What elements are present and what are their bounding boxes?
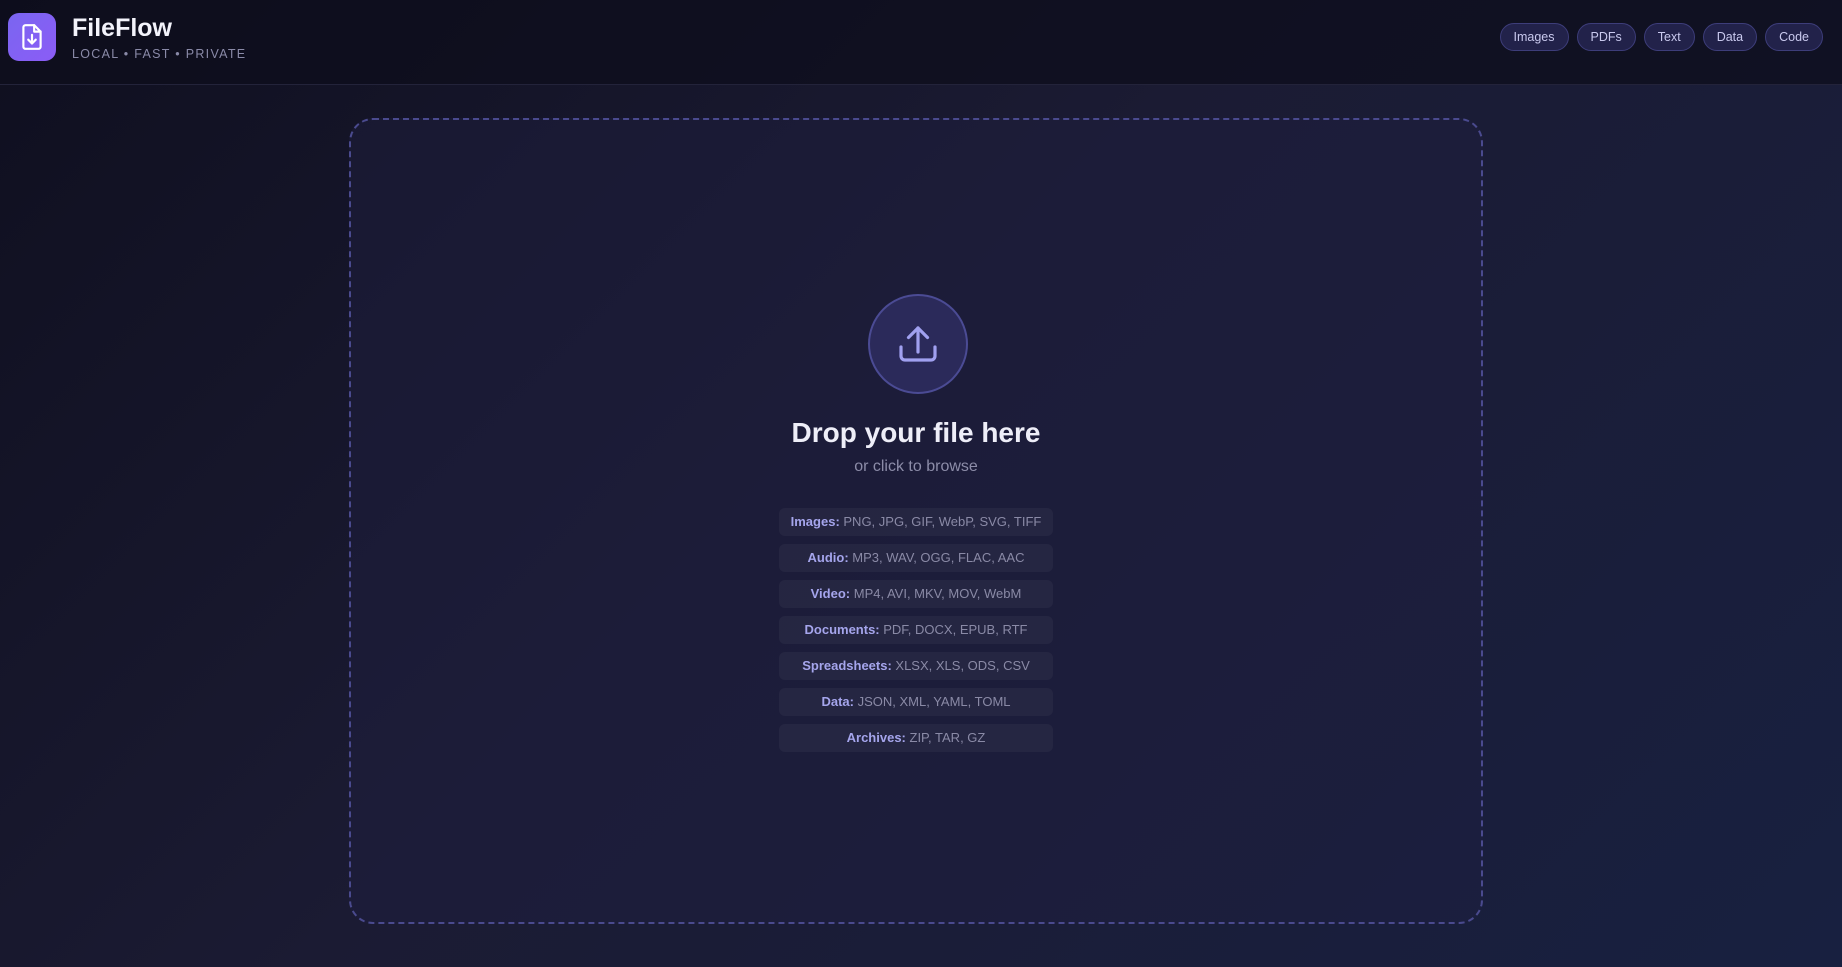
format-label: Data:: [821, 694, 858, 709]
format-row-audio: Audio: MP3, WAV, OGG, FLAC, AAC: [779, 544, 1053, 572]
format-label: Video:: [810, 586, 854, 601]
nav-code-button[interactable]: Code: [1765, 23, 1823, 51]
format-values: JSON, XML, YAML, TOML: [857, 694, 1011, 709]
format-row-video: Video: MP4, AVI, MKV, MOV, WebM: [779, 580, 1053, 608]
category-nav: Images PDFs Text Data Code: [1499, 23, 1823, 51]
app-tagline: LOCAL • FAST • PRIVATE: [72, 47, 247, 61]
nav-data-button[interactable]: Data: [1702, 23, 1758, 51]
upload-icon-circle: [868, 294, 968, 394]
format-values: PNG, JPG, GIF, WebP, SVG, TIFF: [843, 514, 1042, 529]
format-values: PDF, DOCX, EPUB, RTF: [883, 622, 1028, 637]
app-header: FileFlow LOCAL • FAST • PRIVATE Images P…: [0, 0, 1842, 85]
format-values: XLSX, XLS, ODS, CSV: [895, 658, 1030, 673]
format-values: MP3, WAV, OGG, FLAC, AAC: [852, 550, 1025, 565]
nav-pdfs-button[interactable]: PDFs: [1576, 23, 1636, 51]
format-label: Documents:: [804, 622, 884, 637]
file-download-icon: [22, 24, 42, 50]
format-label: Images:: [790, 514, 844, 529]
supported-formats-list: Images: PNG, JPG, GIF, WebP, SVG, TIFF A…: [779, 508, 1053, 760]
format-values: MP4, AVI, MKV, MOV, WebM: [853, 586, 1022, 601]
drop-title: Drop your file here: [791, 417, 1041, 448]
upload-icon: [899, 326, 937, 362]
nav-text-button[interactable]: Text: [1643, 23, 1695, 51]
app-title: FileFlow: [72, 14, 172, 42]
browse-hint[interactable]: or click to browse: [351, 457, 1481, 477]
file-drop-zone[interactable]: Drop your file here or click to browse I…: [349, 118, 1483, 924]
format-row-spreadsheets: Spreadsheets: XLSX, XLS, ODS, CSV: [779, 652, 1053, 680]
format-values: ZIP, TAR, GZ: [909, 730, 986, 745]
nav-images-button[interactable]: Images: [1499, 23, 1569, 51]
format-row-archives: Archives: ZIP, TAR, GZ: [779, 724, 1053, 752]
format-row-data: Data: JSON, XML, YAML, TOML: [779, 688, 1053, 716]
format-label: Audio:: [807, 550, 853, 565]
format-row-images: Images: PNG, JPG, GIF, WebP, SVG, TIFF: [779, 508, 1053, 536]
format-label: Archives:: [846, 730, 910, 745]
app-logo[interactable]: [8, 13, 56, 61]
format-row-documents: Documents: PDF, DOCX, EPUB, RTF: [779, 616, 1053, 644]
format-label: Spreadsheets:: [802, 658, 896, 673]
brand: FileFlow LOCAL • FAST • PRIVATE: [72, 14, 246, 61]
